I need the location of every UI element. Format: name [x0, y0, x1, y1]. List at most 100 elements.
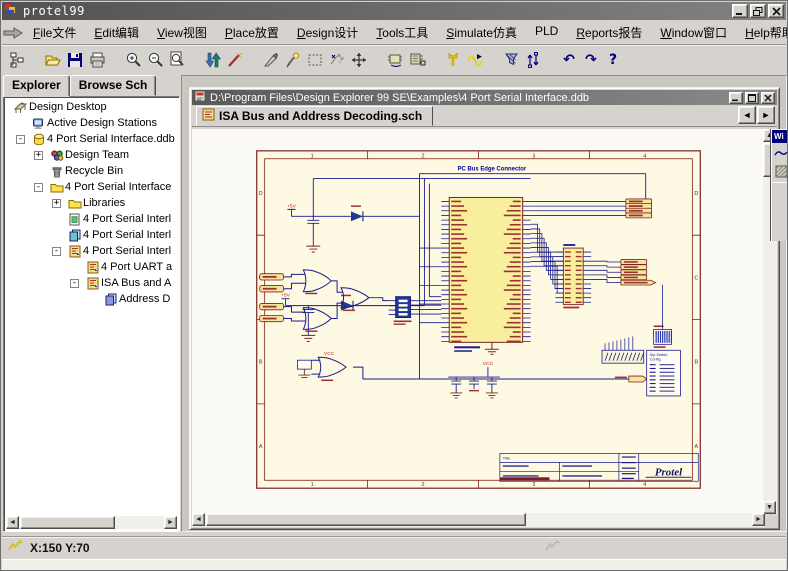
- bottom-strip: [2, 559, 786, 571]
- scroll-left-icon[interactable]: ◄: [6, 516, 19, 529]
- tree-item[interactable]: - 4 Port Serial Interface: [6, 179, 177, 195]
- menu-item-view[interactable]: View视图: [148, 21, 216, 44]
- dip-box-title: Config: [650, 358, 661, 362]
- expand-icon[interactable]: +: [34, 151, 43, 160]
- zoom-out-button[interactable]: [144, 49, 166, 71]
- app-icon: [4, 2, 18, 21]
- minimize-button[interactable]: [732, 4, 748, 18]
- sheet-symbol-tool-icon[interactable]: [773, 163, 788, 179]
- tree-item[interactable]: 4 Port Serial Interl: [6, 211, 177, 227]
- selection-button[interactable]: [304, 49, 326, 71]
- palette-title[interactable]: Wi: [772, 130, 788, 143]
- menu-item-pld[interactable]: PLD: [526, 21, 567, 44]
- undo-button[interactable]: ↶: [558, 49, 580, 71]
- tree-item-label: 4 Port UART a: [101, 261, 172, 273]
- scroll-right-icon[interactable]: ►: [164, 516, 177, 529]
- close-button[interactable]: [768, 4, 784, 18]
- tab-isa-bus-sch[interactable]: ISA Bus and Address Decoding.sch: [196, 106, 433, 126]
- menu-item-simulate[interactable]: Simulate仿真: [437, 21, 526, 44]
- menu-item-design[interactable]: Design设计: [288, 21, 367, 44]
- tree-item-label: 4 Port Serial Interface: [65, 181, 171, 193]
- explorer-toggle-button[interactable]: [6, 49, 28, 71]
- tree-item[interactable]: 4 Port UART a: [6, 259, 177, 275]
- svg-text:B: B: [259, 360, 263, 366]
- print-button[interactable]: [86, 49, 108, 71]
- tree-item[interactable]: -ISA Bus and A: [6, 275, 177, 291]
- tree-item[interactable]: Address D: [6, 291, 177, 307]
- paste-array-button[interactable]: [326, 49, 348, 71]
- menu-item-tools[interactable]: Tools工具: [367, 21, 437, 44]
- pliers-icon: [285, 52, 301, 68]
- tree-item-label: Active Design Stations: [47, 117, 157, 129]
- tab-explorer[interactable]: Explorer: [3, 75, 70, 97]
- power-label: +5V: [287, 203, 297, 209]
- power-label: VCC: [483, 361, 494, 367]
- wire-tool-icon[interactable]: [773, 145, 788, 161]
- menu-arrow-icon[interactable]: [2, 27, 24, 39]
- connector-label: PC Bus Edge Connector: [458, 167, 527, 173]
- wiring-tools-palette[interactable]: Wi: [771, 129, 788, 241]
- document-title-bar[interactable]: D:\Program Files\Design Explorer 99 SE\E…: [192, 90, 777, 105]
- knife-button[interactable]: [260, 49, 282, 71]
- tree-item-label: Design Team: [65, 149, 129, 161]
- menu-item-edit[interactable]: Edit编辑: [85, 21, 148, 44]
- menu-item-help[interactable]: Help帮助: [736, 21, 788, 44]
- doc-close-button[interactable]: [761, 92, 775, 104]
- tree-item[interactable]: -4 Port Serial Interface.ddb: [6, 131, 177, 147]
- wand-button[interactable]: [224, 49, 246, 71]
- tab-scroll-right-icon[interactable]: ►: [757, 106, 775, 124]
- open-document-button[interactable]: [42, 49, 64, 71]
- tree-item[interactable]: -4 Port Serial Interl: [6, 243, 177, 259]
- wrench-icon: [446, 52, 460, 68]
- svg-text:B: B: [694, 360, 698, 366]
- title-block-label: Title: [503, 455, 511, 460]
- cross-probe-button[interactable]: [202, 49, 224, 71]
- scrollbar-thumb[interactable]: [20, 516, 115, 529]
- tree-item[interactable]: +Libraries: [6, 195, 177, 211]
- wrench-button[interactable]: [442, 49, 464, 71]
- schematic-canvas[interactable]: 11DD22CC33BB44AA PC Bus Edge Connector: [192, 129, 765, 514]
- tree-item[interactable]: Recycle Bin: [6, 163, 177, 179]
- tab-browse-sch[interactable]: Browse Sch: [70, 75, 157, 96]
- add-part-button[interactable]: [406, 49, 428, 71]
- pliers-button[interactable]: [282, 49, 304, 71]
- zoom-in-button[interactable]: [122, 49, 144, 71]
- collapse-icon[interactable]: -: [16, 135, 25, 144]
- run-simulation-button[interactable]: [464, 49, 486, 71]
- toggle-nets-icon: [525, 52, 541, 68]
- tree-horizontal-scrollbar[interactable]: ◄ ►: [6, 516, 177, 529]
- tree-item[interactable]: 4 Port Serial Interl: [6, 227, 177, 243]
- scrollbar-thumb[interactable]: [206, 513, 526, 526]
- redo-icon: ↷: [585, 52, 597, 68]
- tab-scroll-left-icon[interactable]: ◄: [738, 106, 756, 124]
- menu-item-file[interactable]: File文件: [24, 21, 85, 44]
- svg-text:4: 4: [643, 482, 646, 488]
- menu-item-place[interactable]: Place放置: [216, 21, 288, 44]
- tree-item[interactable]: Design Desktop: [6, 99, 177, 115]
- save-button[interactable]: [64, 49, 86, 71]
- cross-probe-icon: [205, 52, 221, 68]
- filter-button[interactable]: [500, 49, 522, 71]
- menu-item-reports[interactable]: Reports报告: [567, 21, 651, 44]
- help-button[interactable]: ?: [602, 49, 624, 71]
- svg-text:2: 2: [422, 153, 425, 159]
- toggle-nets-button[interactable]: [522, 49, 544, 71]
- collapse-icon[interactable]: -: [52, 247, 61, 256]
- doc-minimize-button[interactable]: [729, 92, 743, 104]
- expand-icon[interactable]: +: [52, 199, 61, 208]
- document-icon: [194, 89, 206, 107]
- restore-button[interactable]: [750, 4, 766, 18]
- scroll-right-icon[interactable]: ►: [752, 513, 765, 526]
- move-button[interactable]: [348, 49, 370, 71]
- doc-maximize-button[interactable]: [745, 92, 759, 104]
- scroll-left-icon[interactable]: ◄: [192, 513, 205, 526]
- menu-item-window[interactable]: Window窗口: [651, 21, 736, 44]
- doc-horizontal-scrollbar[interactable]: ◄ ►: [192, 513, 765, 527]
- tree-item[interactable]: Active Design Stations: [6, 115, 177, 131]
- tree-item[interactable]: + Design Team: [6, 147, 177, 163]
- browse-library-button[interactable]: [384, 49, 406, 71]
- zoom-document-button[interactable]: [166, 49, 188, 71]
- collapse-icon[interactable]: -: [34, 183, 43, 192]
- collapse-icon[interactable]: -: [70, 279, 79, 288]
- redo-button[interactable]: ↷: [580, 49, 602, 71]
